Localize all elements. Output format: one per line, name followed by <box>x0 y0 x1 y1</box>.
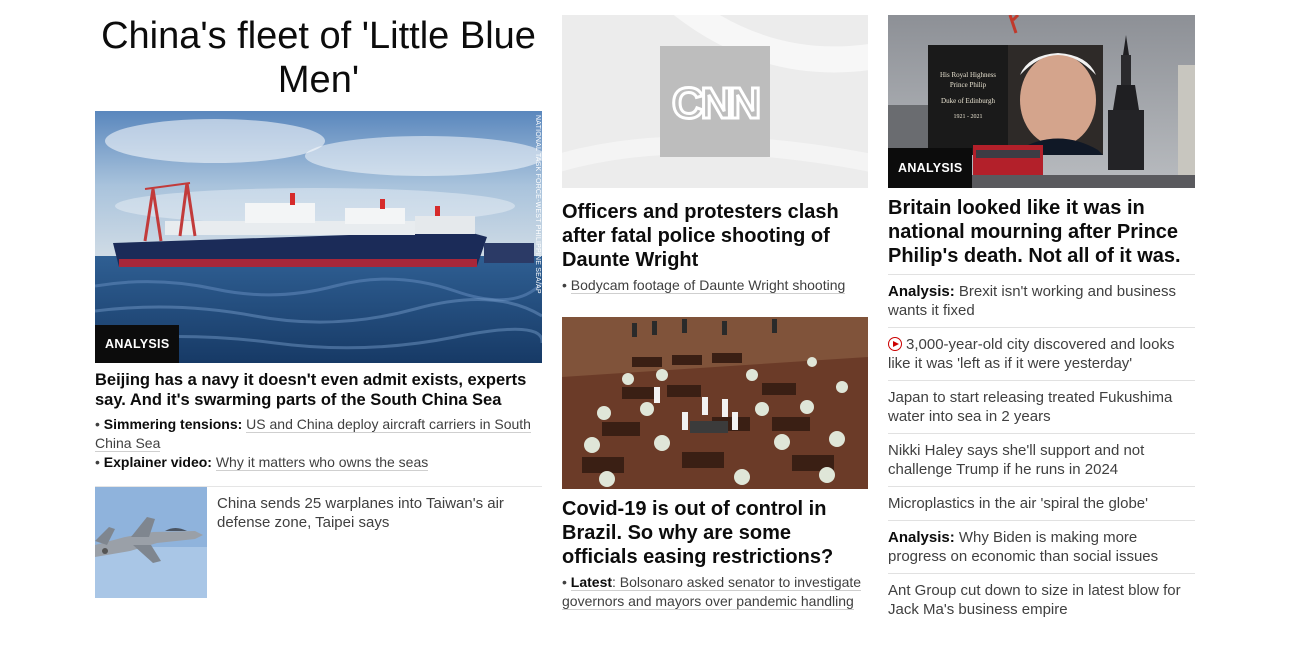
list-item[interactable]: Microplastics in the air 'spiral the glo… <box>888 486 1195 520</box>
sub-prefix: Simmering tensions: <box>103 416 243 432</box>
list-item[interactable]: Analysis: Brexit isn't working and busin… <box>888 274 1195 327</box>
sub-prefix: Latest <box>570 574 613 590</box>
hero-sub-link-1[interactable]: • Simmering tensions: US and China deplo… <box>95 415 542 453</box>
officers-sub-link[interactable]: • Bodycam footage of Daunte Wright shoot… <box>562 276 868 295</box>
photo-credit: NATIONAL TASK FORCE-WEST PHILIPPINE SEA/… <box>534 115 541 294</box>
list-item[interactable]: Japan to start releasing treated Fukushi… <box>888 380 1195 433</box>
item-prefix: Analysis: <box>888 529 955 546</box>
list-item[interactable]: Ant Group cut down to size in latest blo… <box>888 573 1195 626</box>
billboard-years: 1921 - 2021 <box>954 114 983 120</box>
billboard-line1: His Royal Highness <box>940 71 996 79</box>
sub-prefix: Explainer video: <box>103 454 212 470</box>
cemetery-photo <box>562 317 868 489</box>
cnn-logo-text: CNN <box>672 79 759 128</box>
list-item[interactable]: Nikki Haley says she'll support and not … <box>888 433 1195 486</box>
analysis-badge: ANALYSIS <box>888 148 973 188</box>
covid-sub-link[interactable]: • Latest: Bolsonaro asked senator to inv… <box>562 573 868 611</box>
list-item[interactable]: Analysis: Why Biden is making more progr… <box>888 520 1195 573</box>
item-text[interactable]: Japan to start releasing treated Fukushi… <box>888 389 1172 425</box>
sub-link-text[interactable]: Bodycam footage of Daunte Wright shootin… <box>570 277 846 294</box>
hero-image[interactable]: NATIONAL TASK FORCE-WEST PHILIPPINE SEA/… <box>95 111 542 363</box>
hero-title[interactable]: China's fleet of 'Little Blue Men' <box>95 14 542 102</box>
philip-headline[interactable]: Britain looked like it was in national m… <box>888 196 1198 268</box>
covid-headline[interactable]: Covid-19 is out of control in Brazil. So… <box>562 497 862 569</box>
billboard-line2: Prince Philip <box>950 81 987 89</box>
list-item[interactable]: 3,000-year-old city discovered and looks… <box>888 327 1195 380</box>
item-text[interactable]: Microplastics in the air 'spiral the glo… <box>888 495 1148 512</box>
item-text[interactable]: 3,000-year-old city discovered and looks… <box>888 336 1174 372</box>
item-text[interactable]: Ant Group cut down to size in latest blo… <box>888 582 1181 618</box>
play-icon <box>888 337 902 351</box>
cnn-logo-placeholder: CNN <box>562 15 868 188</box>
related-story-link[interactable]: China sends 25 warplanes into Taiwan's a… <box>217 494 527 532</box>
sub-link-text[interactable]: Why it matters who owns the seas <box>215 454 429 471</box>
item-text[interactable]: Nikki Haley says she'll support and not … <box>888 442 1144 478</box>
hero-headline[interactable]: Beijing has a navy it doesn't even admit… <box>95 370 542 410</box>
headline-list: Analysis: Brexit isn't working and busin… <box>888 274 1195 626</box>
warplane-thumbnail[interactable] <box>95 487 207 598</box>
officers-headline[interactable]: Officers and protesters clash after fata… <box>562 200 862 272</box>
fighter-jet-icon <box>95 487 207 598</box>
prince-philip-image[interactable]: His Royal Highness Prince Philip Duke of… <box>888 15 1195 188</box>
cnn-placeholder-image[interactable]: CNN <box>562 15 868 188</box>
covid-cemetery-image[interactable] <box>562 317 868 489</box>
hero-sub-link-2[interactable]: • Explainer video: Why it matters who ow… <box>95 453 542 472</box>
analysis-badge: ANALYSIS <box>95 325 180 363</box>
billboard-line3: Duke of Edinburgh <box>941 97 995 105</box>
item-prefix: Analysis: <box>888 283 955 300</box>
